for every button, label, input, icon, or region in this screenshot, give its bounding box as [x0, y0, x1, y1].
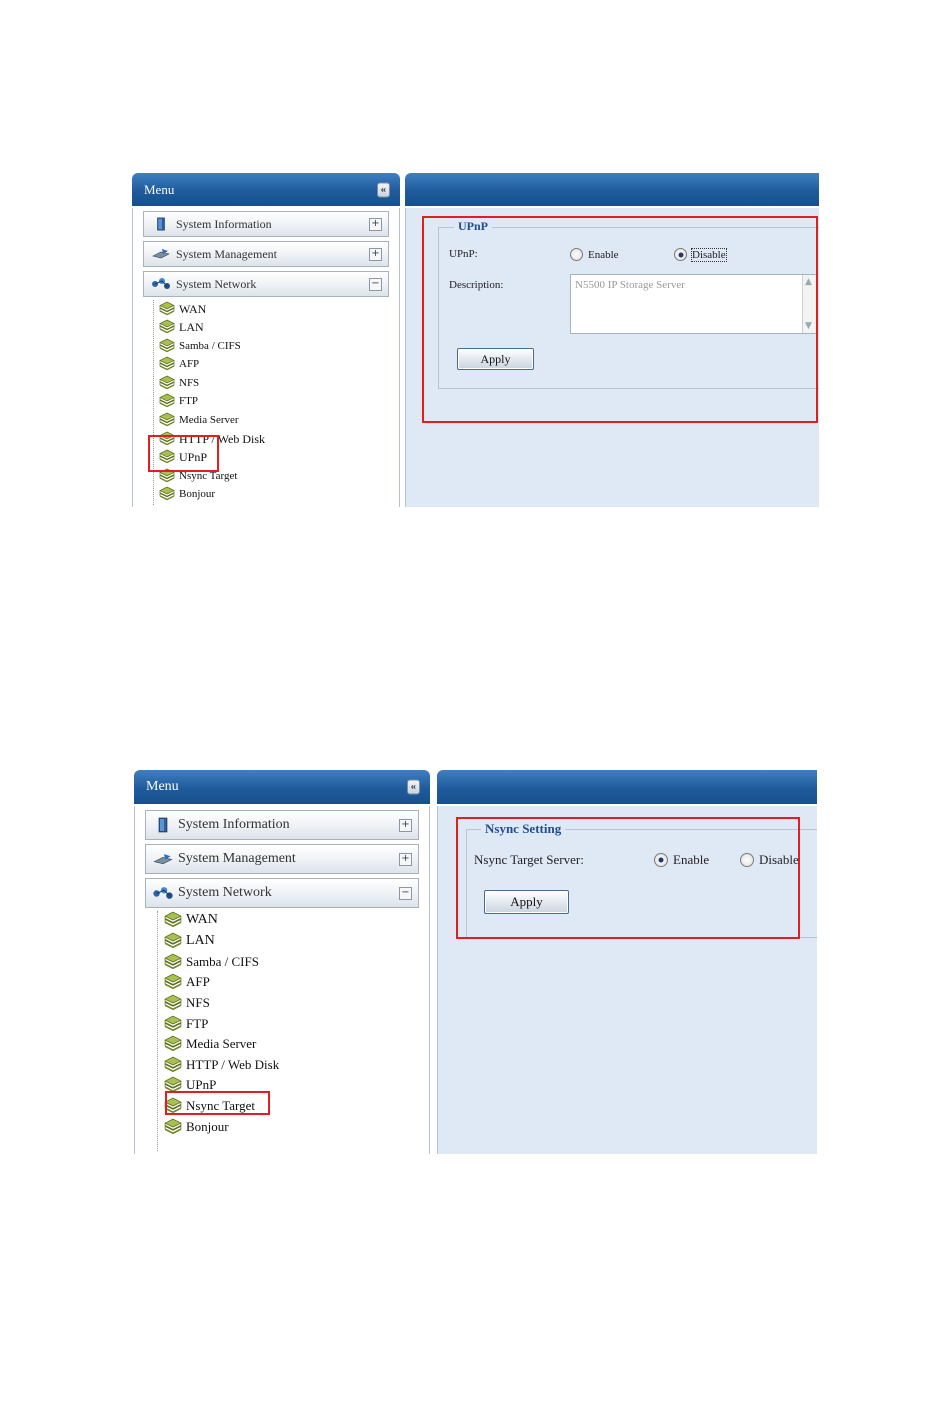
stack-icon	[159, 393, 175, 409]
collapse-icon[interactable]: −	[369, 277, 382, 291]
expand-icon[interactable]: +	[369, 217, 382, 231]
network-tree-line	[157, 911, 158, 1151]
sidebar-item-http-web-disk[interactable]: HTTP / Web Disk	[164, 1056, 279, 1074]
stack-icon	[159, 375, 175, 391]
highlight-nsync-menu-item	[165, 1091, 270, 1115]
sidebar-item-label: Bonjour	[179, 488, 216, 500]
expand-icon[interactable]: +	[399, 852, 412, 866]
sidebar-item-label: AFP	[186, 974, 210, 989]
collapse-icon[interactable]: −	[399, 886, 412, 900]
stack-icon	[159, 319, 175, 335]
highlight-nsync-panel	[456, 817, 800, 939]
screenshot-upnp: Menu « System Information + System Manag…	[132, 173, 819, 507]
content-header	[405, 173, 819, 206]
sidebar-item-media-server[interactable]: Media Server	[159, 412, 239, 428]
stack-icon	[164, 973, 182, 991]
stack-icon	[159, 486, 175, 502]
sidebar-item-label: AFP	[179, 358, 200, 370]
sidebar-item-bonjour[interactable]: Bonjour	[159, 486, 215, 502]
accordion-system-information[interactable]: System Information +	[143, 211, 389, 237]
sidebar-item-label: LAN	[179, 319, 204, 334]
sidebar-item-label: Bonjour	[186, 1119, 229, 1134]
accordion-system-network[interactable]: System Network −	[143, 271, 389, 297]
stack-icon	[159, 412, 175, 428]
stack-icon	[159, 338, 175, 354]
sidebar-item-lan[interactable]: LAN	[164, 932, 215, 950]
menu-header: Menu «	[132, 173, 400, 206]
sidebar-item-label: WAN	[186, 912, 218, 927]
content-header	[437, 770, 817, 804]
stack-icon	[164, 1118, 182, 1136]
sidebar-item-media-server[interactable]: Media Server	[164, 1035, 256, 1053]
sidebar-item-label: Media Server	[179, 414, 239, 426]
system-network-icon	[150, 277, 172, 291]
collapse-menu-button[interactable]: «	[376, 182, 390, 197]
collapse-menu-button[interactable]: «	[406, 779, 420, 795]
sidebar-item-afp[interactable]: AFP	[164, 973, 210, 991]
sidebar-item-wan[interactable]: WAN	[164, 911, 218, 929]
sidebar-item-label: LAN	[186, 933, 215, 948]
accordion-label: System Management	[176, 246, 277, 261]
stack-icon	[164, 953, 182, 971]
accordion-label: System Network	[176, 276, 257, 291]
sidebar-item-label: FTP	[186, 1016, 209, 1031]
stack-icon	[164, 1035, 182, 1053]
sidebar-item-label: NFS	[179, 377, 200, 389]
accordion-label: System Network	[178, 885, 272, 900]
sidebar-item-label: HTTP / Web Disk	[186, 1057, 280, 1072]
sidebar-item-label: FTP	[179, 395, 198, 407]
sidebar-item-ftp[interactable]: FTP	[159, 393, 198, 409]
accordion-label: System Management	[178, 851, 296, 866]
system-information-icon	[152, 816, 174, 834]
system-management-icon	[150, 248, 172, 260]
network-tree-line	[153, 300, 154, 505]
accordion-system-management[interactable]: System Management +	[143, 241, 389, 267]
accordion-system-information[interactable]: System Information +	[145, 810, 419, 840]
accordion-system-network[interactable]: System Network −	[145, 878, 419, 908]
screenshot-nsync: Menu « System Information + System Manag…	[134, 770, 817, 1154]
sidebar-item-wan[interactable]: WAN	[159, 301, 206, 317]
sidebar-item-label: Samba / CIFS	[186, 954, 259, 969]
expand-icon[interactable]: +	[369, 247, 382, 261]
stack-icon	[164, 1015, 182, 1033]
highlight-upnp-menu-item	[148, 435, 219, 472]
sidebar-item-samba-cifs[interactable]: Samba / CIFS	[159, 338, 241, 354]
sidebar-item-bonjour[interactable]: Bonjour	[164, 1118, 229, 1136]
sidebar-item-afp[interactable]: AFP	[159, 356, 199, 372]
expand-icon[interactable]: +	[399, 818, 412, 832]
sidebar-item-nfs[interactable]: NFS	[159, 375, 199, 391]
menu-title: Menu	[144, 181, 175, 197]
menu-title: Menu	[146, 779, 179, 794]
sidebar-item-label: Media Server	[186, 1036, 257, 1051]
system-network-icon	[152, 886, 174, 901]
stack-icon	[164, 932, 182, 950]
stack-icon	[164, 1056, 182, 1074]
sidebar-item-label: Samba / CIFS	[179, 340, 241, 352]
accordion-label: System Information	[176, 216, 272, 231]
sidebar-item-label: NFS	[186, 995, 210, 1010]
sidebar-item-lan[interactable]: LAN	[159, 319, 204, 335]
accordion-system-management[interactable]: System Management +	[145, 844, 419, 874]
menu-header: Menu «	[134, 770, 430, 804]
stack-icon	[164, 911, 182, 929]
stack-icon	[159, 356, 175, 372]
highlight-upnp-panel	[422, 216, 818, 423]
accordion-label: System Information	[178, 817, 290, 832]
sidebar-item-label: WAN	[179, 301, 207, 316]
sidebar-item-nfs[interactable]: NFS	[164, 994, 210, 1012]
sidebar-item-samba-cifs[interactable]: Samba / CIFS	[164, 953, 259, 971]
stack-icon	[159, 301, 175, 317]
system-management-icon	[152, 853, 174, 866]
stack-icon	[164, 994, 182, 1012]
system-information-icon	[150, 216, 172, 232]
sidebar-item-ftp[interactable]: FTP	[164, 1015, 208, 1033]
